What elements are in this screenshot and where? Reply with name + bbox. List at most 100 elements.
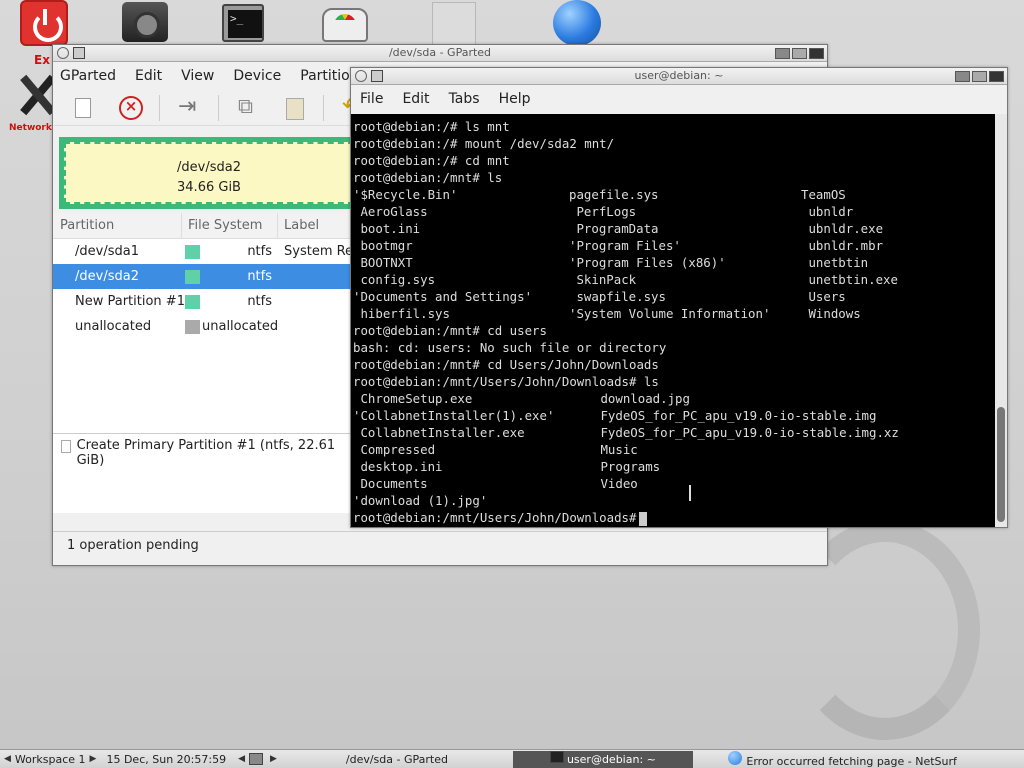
partition-graph[interactable]: /dev/sda2 34.66 GiB — [59, 137, 359, 209]
ls-entry: ubnldr.exe — [801, 221, 884, 236]
ls-entry: hiberfil.sys — [353, 306, 450, 321]
task-prev-icon[interactable]: ◀ — [234, 754, 249, 764]
window-menu-icon[interactable] — [355, 70, 367, 82]
task-next-icon[interactable]: ▶ — [266, 754, 281, 764]
table-row[interactable]: unallocated unallocated — [53, 314, 353, 339]
ls-entry: Video — [593, 476, 638, 491]
taskbar: ◀ Workspace 1 ▶ 15 Dec, Sun 20:57:59 ◀ ▶… — [0, 749, 1024, 768]
ls-output-row: hiberfil.sys 'System Volume Information' … — [353, 305, 996, 322]
window-menu-icon[interactable] — [57, 47, 69, 59]
terminal-titlebar[interactable]: user@debian: ~ — [351, 68, 1007, 85]
ls-entry: 'CollabnetInstaller(1).exe' — [353, 408, 555, 423]
row-partition: /dev/sda2 — [75, 269, 139, 284]
menu-gparted[interactable]: GParted — [60, 68, 116, 84]
menu-edit[interactable]: Edit — [135, 68, 162, 84]
ls-entry: ubnldr.mbr — [801, 238, 884, 253]
menu-view[interactable]: View — [181, 68, 214, 84]
row-filesystem: ntfs — [247, 244, 272, 259]
filesystem-color-swatch — [185, 294, 200, 309]
row-partition: unallocated — [75, 319, 152, 334]
row-partition: /dev/sda1 — [75, 244, 139, 259]
table-row[interactable]: New Partition #1 ntfs — [53, 289, 353, 314]
close-button[interactable] — [809, 48, 824, 59]
clock-text: 15 Dec, Sun 20:57:59 — [106, 752, 227, 766]
pending-operations-list: Create Primary Partition #1 (ntfs, 22.61… — [53, 433, 353, 513]
task-nav[interactable]: ◀ ▶ — [234, 753, 281, 765]
minimize-button[interactable] — [775, 48, 790, 59]
header-partition[interactable]: Partition — [53, 212, 182, 239]
disk-usage-icon[interactable] — [322, 8, 368, 42]
menu-file[interactable]: File — [360, 91, 383, 107]
ls-entry: unetbtin.exe — [801, 272, 898, 287]
gparted-title: /dev/sda - GParted — [388, 46, 492, 59]
ls-entry: ChromeSetup.exe — [353, 391, 473, 406]
ls-entry: CollabnetInstaller.exe — [353, 425, 525, 440]
ls-output-row: bootmgr 'Program Files' ubnldr.mbr — [353, 237, 996, 254]
ls-entry: pagefile.sys — [569, 187, 659, 202]
ls-output-row: boot.ini ProgramData ubnldr.exe — [353, 220, 996, 237]
toolbar-separator — [323, 94, 324, 121]
task-terminal[interactable]: user@debian: ~ — [512, 750, 693, 768]
header-filesystem[interactable]: File System — [182, 212, 278, 239]
filesystem-color-swatch — [185, 244, 200, 259]
paste-icon[interactable] — [277, 94, 311, 122]
browser-globe-icon[interactable] — [553, 0, 601, 46]
resize-move-icon[interactable] — [172, 94, 206, 122]
terminal-scrollbar[interactable] — [995, 114, 1007, 527]
ls-entry: Compressed — [353, 442, 436, 457]
maximize-button[interactable] — [792, 48, 807, 59]
network-tools-icon[interactable] — [18, 72, 56, 120]
terminal-icon[interactable] — [222, 4, 264, 42]
partition-graph-selected[interactable]: /dev/sda2 34.66 GiB — [64, 142, 354, 204]
workspace-next-icon[interactable]: ▶ — [86, 754, 101, 764]
partition-graph-name: /dev/sda2 — [177, 160, 241, 175]
table-row[interactable]: /dev/sda1 ntfs System Res — [53, 239, 353, 264]
partition-table-header: Partition File System Label — [53, 212, 353, 239]
workspace-prev-icon[interactable]: ◀ — [0, 754, 15, 764]
network-label: Network — [9, 123, 52, 133]
row-filesystem: unallocated — [202, 319, 279, 334]
terminal-line: bash: cd: users: No such file or directo… — [353, 340, 667, 355]
menu-tabs[interactable]: Tabs — [449, 91, 480, 107]
table-row-selected[interactable]: /dev/sda2 ntfs — [53, 264, 353, 289]
power-exit-icon[interactable] — [20, 0, 68, 46]
ls-entry: 'Program Files' — [569, 238, 681, 253]
new-partition-icon[interactable] — [67, 94, 101, 122]
camera-icon[interactable] — [122, 2, 168, 42]
ls-output-row: Documents Video — [353, 475, 996, 492]
row-partition: New Partition #1 — [75, 294, 185, 309]
pending-operation-item[interactable]: Create Primary Partition #1 (ntfs, 22.61… — [77, 438, 353, 468]
scrollbar-thumb[interactable] — [997, 407, 1005, 522]
copy-icon[interactable] — [231, 94, 265, 122]
task-netsurf[interactable]: Error occurred fetching page - NetSurf — [693, 750, 963, 768]
maximize-button[interactable] — [972, 71, 987, 82]
workspace-switcher[interactable]: ◀ Workspace 1 ▶ — [0, 753, 100, 766]
gparted-titlebar[interactable]: /dev/sda - GParted — [53, 45, 827, 62]
task-gparted[interactable]: /dev/sda - GParted — [281, 751, 513, 768]
ls-entry: FydeOS_for_PC_apu_v19.0-io-stable.img.xz — [593, 425, 899, 440]
workspace-label: Workspace 1 — [14, 752, 86, 766]
row-filesystem: ntfs — [247, 269, 272, 284]
ls-entry: boot.ini — [353, 221, 421, 236]
status-bar: 1 operation pending — [53, 531, 827, 563]
ls-entry: ubnldr — [801, 204, 854, 219]
ls-entry: Documents — [353, 476, 428, 491]
menu-edit[interactable]: Edit — [402, 91, 429, 107]
terminal-screen[interactable]: root@debian:/# ls mnt root@debian:/# mou… — [351, 114, 996, 527]
partition-graph-size: 34.66 GiB — [177, 180, 241, 195]
ls-entry: ProgramData — [569, 221, 659, 236]
filesystem-color-swatch — [185, 319, 200, 334]
clock[interactable]: 15 Dec, Sun 20:57:59 — [106, 753, 226, 766]
ls-entry: Music — [593, 442, 638, 457]
delete-partition-icon[interactable] — [113, 94, 147, 122]
minimize-button[interactable] — [955, 71, 970, 82]
close-button[interactable] — [989, 71, 1004, 82]
terminal-window: user@debian: ~ File Edit Tabs Help root@… — [350, 67, 1008, 528]
mouse-ibeam-cursor — [689, 485, 691, 501]
header-label[interactable]: Label — [278, 218, 319, 233]
menu-device[interactable]: Device — [233, 68, 281, 84]
blank-icon[interactable] — [432, 2, 476, 46]
ls-output-row: 'Documents and Settings' swapfile.sys Us… — [353, 288, 996, 305]
menu-help[interactable]: Help — [499, 91, 531, 107]
exit-label: Ex — [34, 53, 50, 67]
